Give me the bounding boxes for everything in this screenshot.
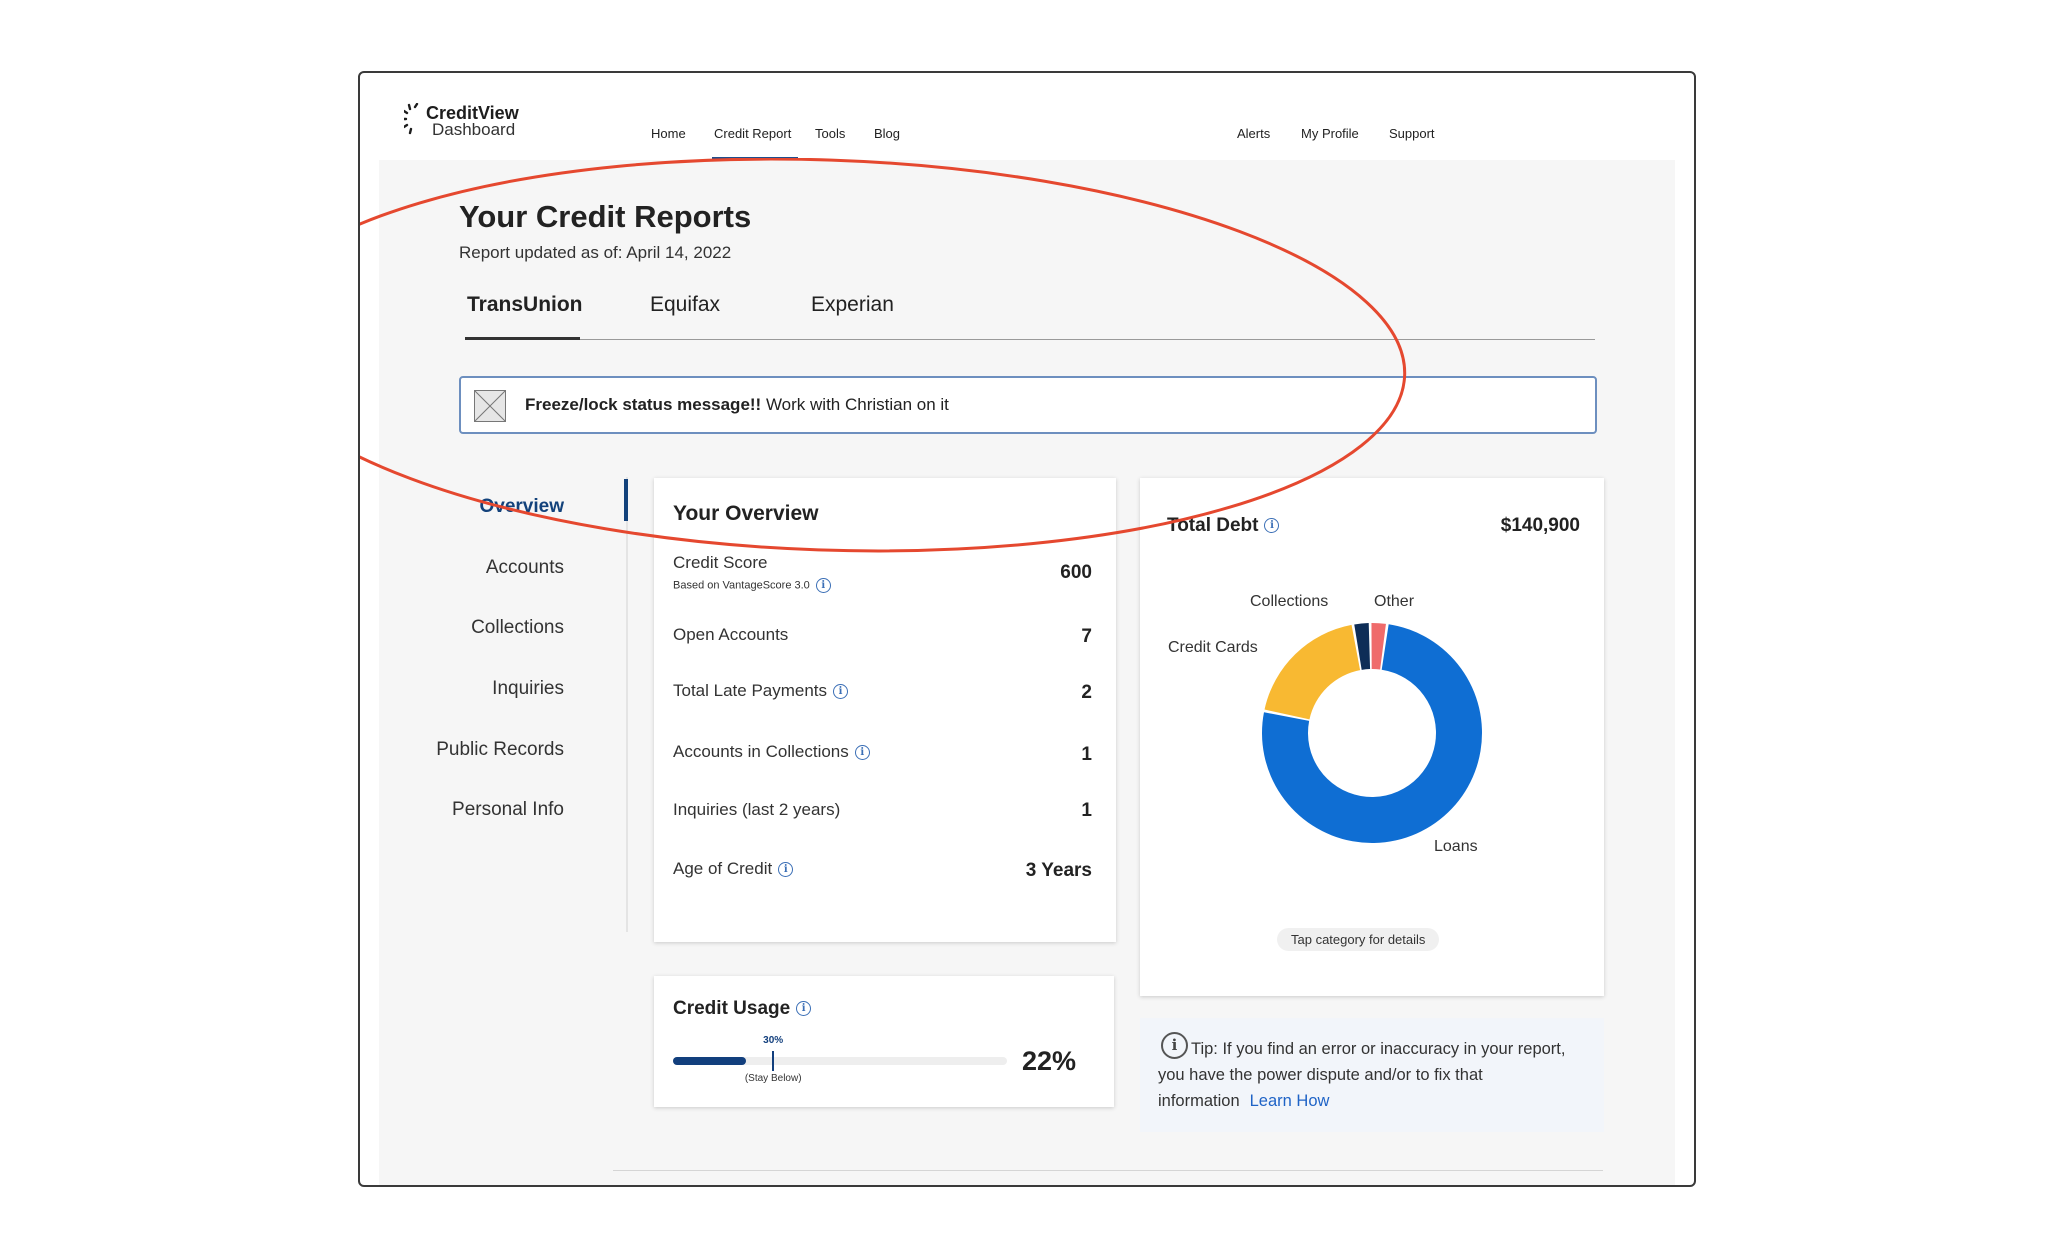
donut-slice-credit-cards[interactable] xyxy=(1264,624,1361,720)
tab-transunion[interactable]: TransUnion xyxy=(467,293,583,317)
banner-message-text: Work with Christian on it xyxy=(761,395,949,414)
usage-limit-label: 30% xyxy=(763,1035,784,1046)
usage-percent-value: 22% xyxy=(1022,1046,1077,1076)
collections-label: Accounts in Collections xyxy=(673,742,849,761)
age-of-credit-row-label: Age of Credit i xyxy=(673,859,794,879)
open-accounts-label: Open Accounts xyxy=(673,625,789,644)
usage-limit-note: (Stay Below) xyxy=(744,1073,802,1084)
usage-limit-marker xyxy=(772,1051,775,1071)
nav-alerts[interactable]: Alerts xyxy=(1237,126,1270,141)
sidebar-divider xyxy=(626,477,628,932)
report-updated-date: Report updated as of: April 14, 2022 xyxy=(459,243,732,262)
nav-my-profile[interactable]: My Profile xyxy=(1301,126,1359,141)
nav-active-indicator xyxy=(712,157,798,160)
overview-title: Your Overview xyxy=(673,502,819,525)
late-payments-label: Total Late Payments xyxy=(673,681,828,700)
logo-burst-icon xyxy=(404,103,419,135)
sidebar-item-inquiries[interactable]: Inquiries xyxy=(492,678,564,700)
info-icon[interactable]: i xyxy=(833,684,849,700)
usage-bar-fill xyxy=(673,1057,747,1065)
late-payments-value: 2 xyxy=(1081,682,1092,703)
donut-label-other[interactable]: Other xyxy=(1374,593,1414,611)
image-placeholder-icon xyxy=(474,390,506,422)
credit-score-note: Based on VantageScore 3.0 i xyxy=(673,578,831,593)
tabs-divider xyxy=(465,339,1595,340)
overview-card: Your Overview Credit Score Based on Vant… xyxy=(654,478,1116,942)
banner-message-bold: Freeze/lock status message!! xyxy=(525,395,762,414)
sidebar-item-personal-info[interactable]: Personal Info xyxy=(452,799,564,821)
banner-message: Freeze/lock status message!! Work with C… xyxy=(525,395,949,415)
credit-score-value: 600 xyxy=(1060,562,1092,583)
sidebar-item-overview[interactable]: Overview xyxy=(480,496,565,518)
tap-category-hint: Tap category for details xyxy=(1277,928,1440,951)
tab-experian[interactable]: Experian xyxy=(811,293,894,317)
sidebar-item-collections[interactable]: Collections xyxy=(471,617,564,639)
tip-text: Tip: If you find an error or inaccuracy … xyxy=(1158,1040,1566,1110)
collections-value: 1 xyxy=(1081,744,1092,765)
open-accounts-value: 7 xyxy=(1081,626,1092,647)
nav-support[interactable]: Support xyxy=(1389,126,1435,141)
donut-label-credit-cards[interactable]: Credit Cards xyxy=(1168,639,1258,657)
browser-frame: CreditView Dashboard Home Credit Report … xyxy=(358,71,1696,1187)
total-debt-card: Total Debt i $140,900 Collections Other C… xyxy=(1140,478,1604,996)
debt-donut-chart[interactable] xyxy=(1140,478,1604,996)
info-icon[interactable]: i xyxy=(854,745,870,761)
credit-score-note-text: Based on VantageScore 3.0 xyxy=(673,579,810,592)
credit-usage-card: Credit Usage i 30% (Stay Below) 22% xyxy=(654,976,1114,1107)
donut-label-loans[interactable]: Loans xyxy=(1434,838,1478,856)
tip-text-block: Tip: If you find an error or inaccuracy … xyxy=(1158,1036,1588,1114)
page-title: Your Credit Reports xyxy=(459,199,752,234)
tip-box: i Tip: If you find an error or inaccurac… xyxy=(1140,1018,1604,1132)
sidebar-item-accounts[interactable]: Accounts xyxy=(486,557,564,579)
nav-blog[interactable]: Blog xyxy=(874,126,900,141)
credit-usage-title: Credit Usage i xyxy=(673,998,812,1020)
logo-text-secondary: Dashboard xyxy=(432,120,516,139)
usage-bar-track: 30% (Stay Below) xyxy=(673,1035,1007,1084)
donut-label-collections[interactable]: Collections xyxy=(1250,593,1328,611)
learn-how-link[interactable]: Learn How xyxy=(1250,1092,1330,1110)
info-icon[interactable]: i xyxy=(796,1001,812,1017)
tab-active-indicator xyxy=(465,337,580,340)
inquiries-label: Inquiries (last 2 years) xyxy=(673,800,841,819)
nav-credit-report[interactable]: Credit Report xyxy=(714,126,791,141)
info-icon[interactable]: i xyxy=(815,578,831,593)
inquiries-value: 1 xyxy=(1081,800,1092,821)
sidebar-active-indicator xyxy=(624,479,628,521)
collections-row-label: Accounts in Collections i xyxy=(673,742,870,762)
tab-equifax[interactable]: Equifax xyxy=(650,293,720,317)
bottom-divider xyxy=(613,1170,1603,1171)
credit-usage-title-text: Credit Usage xyxy=(673,998,791,1019)
late-payments-row-label: Total Late Payments i xyxy=(673,681,849,701)
nav-home[interactable]: Home xyxy=(651,126,686,141)
sidebar-item-public-records[interactable]: Public Records xyxy=(436,739,564,761)
info-icon[interactable]: i xyxy=(778,862,794,878)
age-of-credit-value: 3 Years xyxy=(1025,860,1092,881)
age-of-credit-label: Age of Credit xyxy=(673,859,773,878)
freeze-status-banner: Freeze/lock status message!! Work with C… xyxy=(459,376,1597,434)
nav-tools[interactable]: Tools xyxy=(815,126,845,141)
credit-score-label: Credit Score xyxy=(673,553,768,572)
